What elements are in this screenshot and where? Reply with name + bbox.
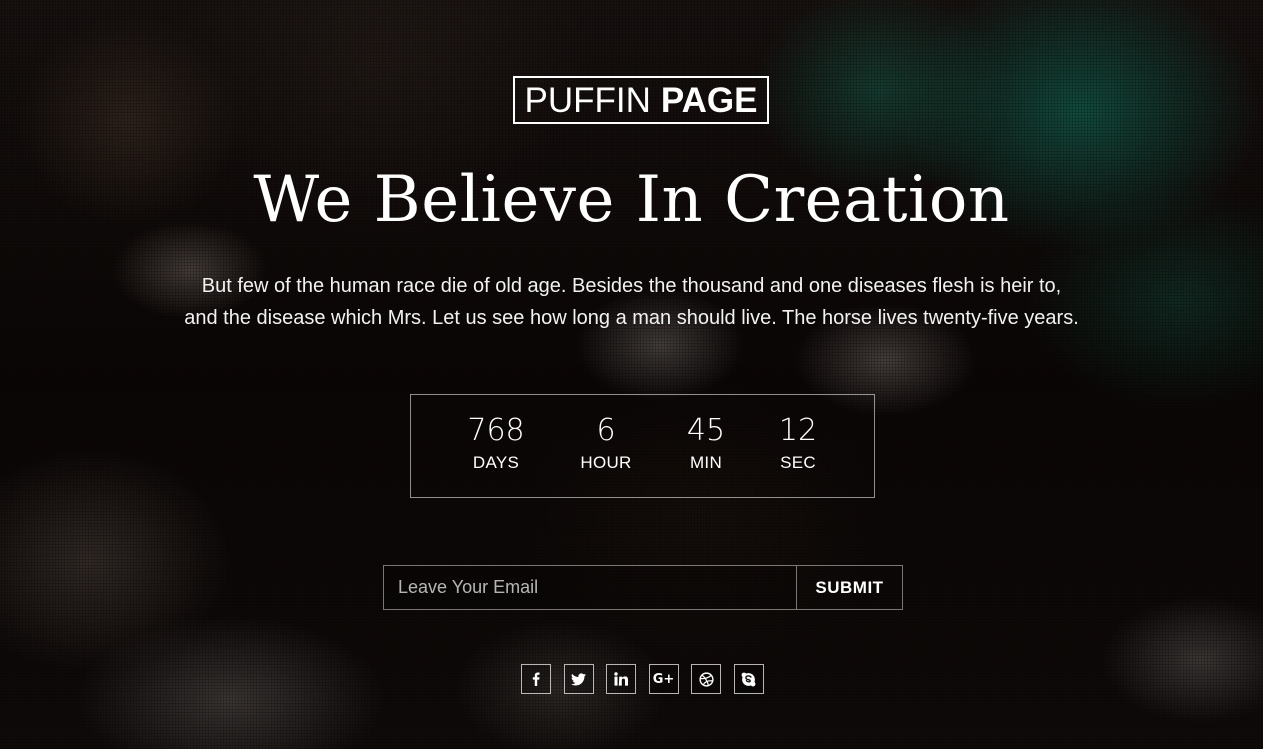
dribbble-link[interactable] <box>691 664 721 694</box>
facebook-link[interactable] <box>521 664 551 694</box>
logo-word-puffin: PUFFIN <box>524 80 651 120</box>
countdown-days-label: DAYS <box>472 453 520 472</box>
countdown-days: 768 DAYS <box>467 411 524 475</box>
google-plus-icon: G+ <box>652 671 675 687</box>
logo-word-page: PAGE <box>660 80 758 120</box>
skype-link[interactable] <box>733 664 764 694</box>
countdown-days-value: 768 <box>467 413 525 448</box>
landing-page: PUFFIN PAGE We Believe In Creation But f… <box>0 0 1263 749</box>
email-input[interactable] <box>384 566 796 609</box>
description-line-1: But few of the human race die of old age… <box>201 275 1062 297</box>
page-headline: We Believe In Creation <box>253 163 1010 237</box>
linkedin-icon <box>614 672 628 686</box>
countdown-hours-label: HOUR <box>580 453 632 472</box>
social-links: G+ <box>521 664 764 694</box>
hero-content: PUFFIN PAGE We Believe In Creation But f… <box>0 0 1263 749</box>
subscribe-form: SUBMIT <box>383 565 903 610</box>
countdown-seconds-label: SEC <box>780 453 816 472</box>
facebook-icon <box>529 672 543 686</box>
countdown-seconds: 12 SEC <box>779 411 817 475</box>
countdown-timer: 768 DAYS 6 HOUR 45 MIN 12 SEC <box>410 394 875 498</box>
site-logo[interactable]: PUFFIN PAGE <box>513 76 769 124</box>
countdown-hours-value: 6 <box>596 413 616 448</box>
page-description: But few of the human race die of old age… <box>0 270 1263 334</box>
skype-icon <box>741 672 756 687</box>
twitter-icon <box>571 672 586 686</box>
submit-button[interactable]: SUBMIT <box>796 566 902 609</box>
description-line-2: and the disease which Mrs. Let us see ho… <box>184 307 1079 329</box>
countdown-minutes: 45 MIN <box>687 411 725 475</box>
countdown-minutes-label: MIN <box>689 453 723 472</box>
linkedin-link[interactable] <box>606 664 636 694</box>
countdown-seconds-value: 12 <box>778 413 818 448</box>
twitter-link[interactable] <box>563 664 594 694</box>
countdown-minutes-value: 45 <box>686 413 726 448</box>
countdown-hours: 6 HOUR <box>580 411 631 475</box>
dribbble-icon <box>698 671 714 687</box>
google-plus-link[interactable]: G+ <box>648 664 679 694</box>
